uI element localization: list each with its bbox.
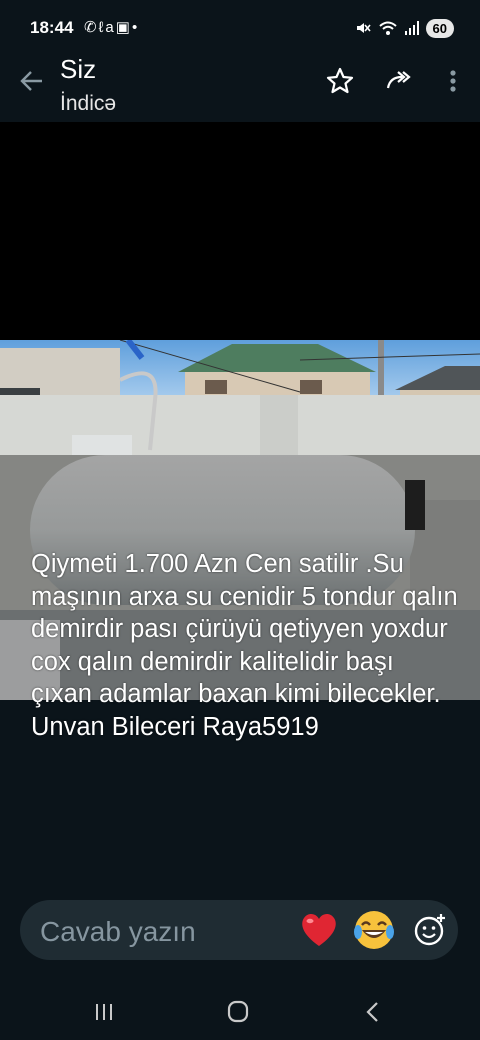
sender-name: Siz: [60, 54, 97, 84]
system-icons: 60: [355, 16, 454, 40]
heart-reaction-icon[interactable]: [298, 908, 340, 950]
la-app-icon: ℓa: [98, 19, 116, 36]
home-icon[interactable]: [223, 998, 253, 1026]
system-nav-bar: [0, 980, 480, 1040]
signal-icon: [404, 21, 419, 35]
status-caption: Qiymeti 1.700 Azn Cen satilir .Su maşını…: [31, 550, 458, 741]
battery-level: 60: [425, 18, 454, 38]
notification-icons: ✆ℓa▣•: [84, 18, 139, 36]
reply-input[interactable]: Cavab yazın: [40, 916, 196, 948]
status-timestamp: İndicə: [60, 92, 117, 115]
whatsapp-icon: ✆: [84, 19, 99, 36]
reply-bar[interactable]: Cavab yazın: [20, 900, 458, 960]
star-icon[interactable]: [325, 66, 355, 96]
more-vert-icon[interactable]: [438, 66, 468, 96]
media-letterbox: [0, 122, 480, 340]
dot-icon: •: [131, 19, 140, 36]
status-time: 18:44: [30, 18, 74, 37]
wifi-icon: [378, 21, 397, 35]
forward-icon[interactable]: [384, 66, 414, 96]
recent-apps-icon[interactable]: [89, 998, 119, 1026]
back-icon[interactable]: [358, 998, 388, 1026]
arrow-back-icon[interactable]: [18, 66, 48, 96]
status-viewer-header: Siz İndicə: [0, 50, 480, 122]
status-bar: 18:44 ✆ℓa▣• 60: [0, 0, 480, 56]
laughing-reaction-icon[interactable]: [352, 908, 396, 952]
mute-icon: [356, 23, 371, 33]
add-emoji-icon[interactable]: [412, 912, 448, 948]
screenshot-icon: ▣: [115, 19, 132, 36]
